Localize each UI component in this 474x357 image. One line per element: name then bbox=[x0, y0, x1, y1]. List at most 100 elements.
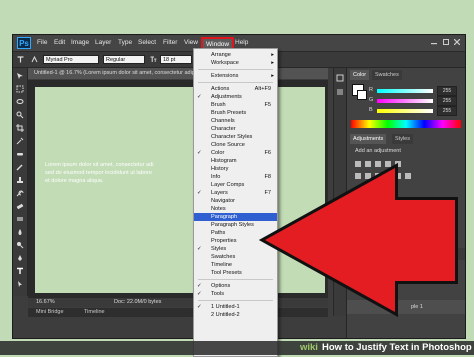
window-menu-item-workspace[interactable]: Workspace ▸ bbox=[194, 59, 277, 67]
eyedropper-tool-icon[interactable] bbox=[16, 137, 24, 145]
menu-type[interactable]: Type bbox=[118, 39, 132, 46]
stamp-tool-icon[interactable] bbox=[16, 176, 24, 184]
right-panels: Color Swatches R 255 G 255 B 255 Adjustm… bbox=[346, 68, 465, 338]
close-icon[interactable] bbox=[454, 39, 460, 45]
window-menu-item-swatches[interactable]: Swatches bbox=[194, 253, 277, 261]
window-menu-item-2-untitled-2[interactable]: 2 Untitled-2 bbox=[194, 311, 277, 319]
lasso-tool-icon[interactable] bbox=[16, 98, 24, 106]
window-menu-item-paths[interactable]: Paths bbox=[194, 229, 277, 237]
window-menu-item-paragraph-styles[interactable]: Paragraph Styles bbox=[194, 221, 277, 229]
menu-image[interactable]: Image bbox=[71, 39, 89, 46]
green-value[interactable]: 255 bbox=[437, 96, 457, 106]
window-menu-item-histogram[interactable]: Histogram bbox=[194, 157, 277, 165]
window-menu-item-adjustments[interactable]: ✓ Adjustments bbox=[194, 93, 277, 101]
menu-item-label: Brush Presets bbox=[211, 110, 247, 116]
pen-tool-icon[interactable] bbox=[16, 254, 24, 262]
font-style-select[interactable]: Regular bbox=[103, 55, 145, 64]
blur-tool-icon[interactable] bbox=[16, 228, 24, 236]
menu-select[interactable]: Select bbox=[138, 39, 156, 46]
window-menu-item-layers[interactable]: ✓ Layers F7 bbox=[194, 189, 277, 197]
window-menu-item-brush-presets[interactable]: Brush Presets bbox=[194, 109, 277, 117]
crop-tool-icon[interactable] bbox=[16, 124, 24, 132]
window-menu-item-character-styles[interactable]: Character Styles bbox=[194, 133, 277, 141]
tab-swatches[interactable]: Swatches bbox=[372, 70, 402, 80]
text-line-1: Lorem ipsum dolor sit amet, consectetur … bbox=[45, 162, 154, 168]
window-menu-item-color[interactable]: ✓ Color F6 bbox=[194, 149, 277, 157]
window-menu-item-timeline[interactable]: Timeline bbox=[194, 261, 277, 269]
path-select-tool-icon[interactable] bbox=[16, 280, 24, 288]
tab-adjustments[interactable]: Adjustments bbox=[350, 134, 387, 144]
layer-row[interactable]: ple 1 bbox=[347, 300, 465, 314]
font-size-select[interactable]: 18 pt bbox=[160, 55, 192, 64]
eraser-tool-icon[interactable] bbox=[16, 202, 24, 210]
window-menu-item-clone-source[interactable]: Clone Source bbox=[194, 141, 277, 149]
menu-edit[interactable]: Edit bbox=[54, 39, 65, 46]
opacity-value[interactable]: 100% bbox=[433, 250, 453, 258]
history-brush-tool-icon[interactable] bbox=[16, 189, 24, 197]
menu-file[interactable]: File bbox=[37, 39, 47, 46]
layer-name: ple 1 bbox=[411, 304, 423, 310]
document-canvas[interactable]: Lorem ipsum dolor sit amet, consectetur … bbox=[35, 87, 325, 293]
move-tool-icon[interactable] bbox=[16, 72, 24, 80]
window-menu-item-brush[interactable]: Brush F5 bbox=[194, 101, 277, 109]
adjustment-icons-row-2[interactable] bbox=[355, 172, 427, 180]
red-value[interactable]: 255 bbox=[437, 86, 457, 96]
window-menu-item-tools[interactable]: ✓ Tools bbox=[194, 290, 277, 298]
healing-tool-icon[interactable] bbox=[16, 150, 24, 158]
window-menu-item-notes[interactable]: Notes bbox=[194, 205, 277, 213]
minimize-icon[interactable] bbox=[431, 39, 437, 45]
font-family-select[interactable]: Myriad Pro bbox=[43, 55, 99, 64]
menu-item-shortcut: Alt+F9 bbox=[254, 86, 271, 92]
tab-mini-bridge[interactable]: Mini Bridge bbox=[36, 308, 64, 317]
window-menu-item-actions[interactable]: Actions Alt+F9 bbox=[194, 85, 277, 93]
brush-tool-icon[interactable] bbox=[16, 163, 24, 171]
window-menu-item-tool-presets[interactable]: Tool Presets bbox=[194, 269, 277, 277]
green-slider[interactable]: G 255 bbox=[369, 96, 465, 106]
history-panel-icon[interactable] bbox=[336, 74, 344, 82]
menu-filter[interactable]: Filter bbox=[163, 39, 177, 46]
menu-item-label: Properties bbox=[211, 238, 237, 244]
window-menu-item-channels[interactable]: Channels bbox=[194, 117, 277, 125]
quick-select-tool-icon[interactable] bbox=[16, 111, 24, 119]
tab-color[interactable]: Color bbox=[350, 70, 370, 80]
menu-layer[interactable]: Layer bbox=[95, 39, 111, 46]
type-tool-icon[interactable] bbox=[17, 56, 24, 63]
blue-slider[interactable]: B 255 bbox=[369, 106, 465, 116]
menu-view[interactable]: View bbox=[184, 39, 198, 46]
window-menu-item-layer-comps[interactable]: Layer Comps bbox=[194, 181, 277, 189]
document-tab[interactable]: Untitled-1 @ 16.7% (Lorem ipsum dolor si… bbox=[28, 68, 328, 79]
window-menu-item-history[interactable]: History bbox=[194, 165, 277, 173]
properties-panel-icon[interactable] bbox=[336, 88, 344, 96]
tab-timeline[interactable]: Timeline bbox=[84, 308, 105, 317]
window-menu-item-navigator[interactable]: Navigator bbox=[194, 197, 277, 205]
menu-item-label: History bbox=[211, 166, 229, 172]
tab-styles[interactable]: Styles bbox=[392, 134, 413, 144]
text-line-2: sed do eiusmod tempor incididunt ut labo… bbox=[45, 170, 152, 176]
window-menu-dropdown: Arrange ▸ Workspace ▸ Extensions ▸ Actions Alt+… bbox=[193, 48, 278, 357]
window-menu-item-arrange[interactable]: Arrange ▸ bbox=[194, 51, 277, 59]
menu-item-label: Channels bbox=[211, 118, 235, 124]
adjustment-icons-row-1[interactable] bbox=[355, 160, 427, 168]
dodge-tool-icon[interactable] bbox=[16, 241, 24, 249]
red-slider[interactable]: R 255 bbox=[369, 86, 465, 96]
window-menu-item-character[interactable]: Character bbox=[194, 125, 277, 133]
color-ramp[interactable] bbox=[351, 120, 461, 128]
window-menu-item-info[interactable]: Info F8 bbox=[194, 173, 277, 181]
zoom-level[interactable]: 16.67% bbox=[36, 298, 55, 307]
maximize-icon[interactable] bbox=[443, 39, 449, 45]
type-tool-selected-icon[interactable] bbox=[16, 267, 24, 275]
checkmark-icon: ✓ bbox=[197, 283, 202, 289]
text-orientation-icon[interactable] bbox=[31, 56, 38, 63]
blue-value[interactable]: 255 bbox=[437, 106, 457, 116]
gradient-tool-icon[interactable] bbox=[16, 215, 24, 223]
marquee-tool-icon[interactable] bbox=[16, 85, 24, 93]
window-menu-item-paragraph[interactable]: Paragraph bbox=[194, 213, 277, 221]
menu-help[interactable]: Help bbox=[235, 39, 248, 46]
window-menu-item-styles[interactable]: ✓ Styles bbox=[194, 245, 277, 253]
window-menu-item-1-untitled-1[interactable]: ✓ 1 Untitled-1 bbox=[194, 303, 277, 311]
window-menu-item-options[interactable]: ✓ Options bbox=[194, 282, 277, 290]
menu-item-label: Extensions bbox=[211, 73, 239, 79]
window-menu-item-extensions[interactable]: Extensions ▸ bbox=[194, 72, 277, 80]
background-swatch[interactable] bbox=[357, 90, 367, 100]
window-menu-item-properties[interactable]: Properties bbox=[194, 237, 277, 245]
